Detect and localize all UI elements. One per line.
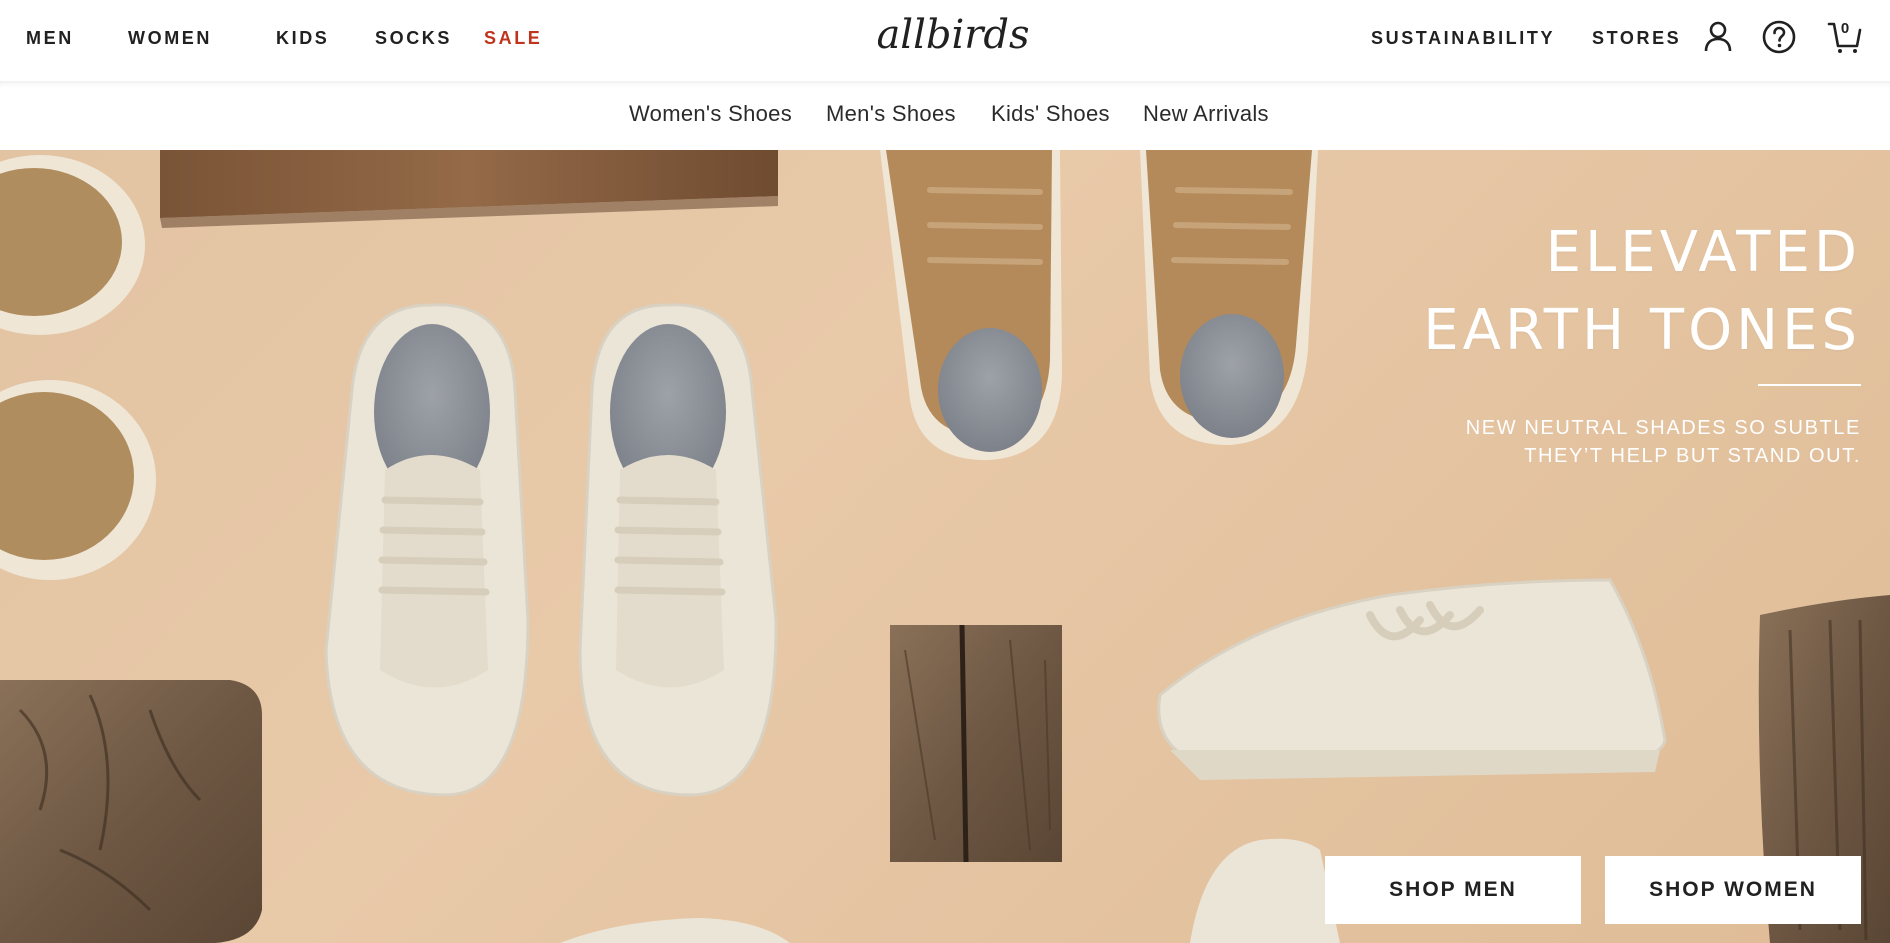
tan-shoe-left xyxy=(880,150,1062,461)
subnav-kids-shoes[interactable]: Kids' Shoes xyxy=(991,101,1110,127)
nav-sustainability[interactable]: SUSTAINABILITY xyxy=(1371,28,1555,49)
category-subnav: Women's Shoes Men's Shoes Kids' Shoes Ne… xyxy=(0,81,1890,150)
headline-line-2: EARTH TONES xyxy=(1423,298,1861,363)
logo-wordmark: allbirds xyxy=(876,12,1029,58)
shop-women-button[interactable]: SHOP WOMEN xyxy=(1605,856,1861,924)
logo-text: allbirds xyxy=(878,12,1028,58)
nav-stores[interactable]: STORES xyxy=(1592,28,1681,49)
account-icon[interactable] xyxy=(1699,18,1737,56)
top-navigation: MEN WOMEN KIDS SOCKS SALE allbirds SUSTA… xyxy=(0,0,1890,81)
tan-shoe-right xyxy=(1140,150,1318,446)
nav-kids[interactable]: KIDS xyxy=(276,28,329,49)
hero-headline: ELEVATED EARTH TONES xyxy=(1423,214,1861,370)
hero-banner: ELEVATED EARTH TONES NEW NEUTRAL SHADES … xyxy=(0,150,1890,943)
cream-shoe-right xyxy=(578,303,778,797)
nav-men[interactable]: MEN xyxy=(26,28,74,49)
nav-socks[interactable]: SOCKS xyxy=(375,28,452,49)
wood-block-center xyxy=(890,624,1062,863)
cart-count: 0 xyxy=(1840,20,1850,37)
wood-plank xyxy=(160,150,778,228)
nav-sale[interactable]: SALE xyxy=(484,28,542,49)
subnav-new-arrivals[interactable]: New Arrivals xyxy=(1143,101,1269,127)
help-icon[interactable] xyxy=(1760,18,1798,56)
partial-shoe-left-middle xyxy=(0,380,156,580)
partial-shoe-left-top xyxy=(0,155,145,335)
allbirds-logo[interactable]: allbirds xyxy=(876,8,1029,64)
subline-line-1: NEW NEUTRAL SHADES SO SUBTLE xyxy=(1465,417,1861,439)
hero-subline: NEW NEUTRAL SHADES SO SUBTLE THEY’T HELP… xyxy=(1466,414,1861,470)
shop-men-button[interactable]: SHOP MEN xyxy=(1325,856,1581,924)
subnav-mens-shoes[interactable]: Men's Shoes xyxy=(826,101,956,127)
headline-divider xyxy=(1758,384,1861,386)
headline-line-1: ELEVATED xyxy=(1545,220,1861,285)
cream-shoe-side xyxy=(1157,578,1667,780)
cream-shoe-left xyxy=(324,303,530,797)
subnav-womens-shoes[interactable]: Women's Shoes xyxy=(629,101,792,127)
wood-stump-left xyxy=(0,680,262,943)
subline-line-2: THEY’T HELP BUT STAND OUT. xyxy=(1524,445,1861,467)
nav-women[interactable]: WOMEN xyxy=(128,28,212,49)
